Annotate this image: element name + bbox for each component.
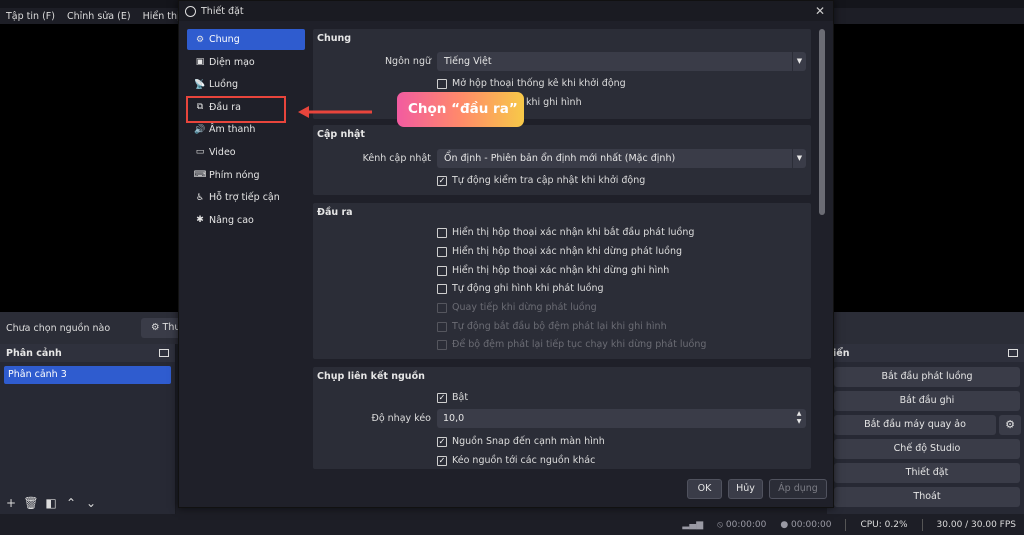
annotation-callout: Chọn “đầu ra”	[397, 92, 524, 127]
chevron-down-icon[interactable]: ⌄	[84, 496, 98, 510]
trash-icon[interactable]: 🗑	[23, 496, 38, 510]
start-recording-button[interactable]: Bắt đầu ghi	[834, 391, 1020, 411]
update-channel-select[interactable]: Ổn định - Phiên bản ổn định mới nhất (Mặ…	[437, 149, 806, 168]
language-label: Ngôn ngữ	[384, 56, 431, 67]
tools-icon: ✱	[196, 215, 204, 226]
accessibility-icon: ♿	[195, 192, 205, 203]
scene-item[interactable]: Phân cảnh 3	[4, 366, 171, 384]
snapping-group: Chụp liên kết nguồn ✓ Bật Độ nhạy kéo 10,…	[313, 367, 811, 469]
scene-toolbar: + 🗑 ◧ ⌃ ⌄	[4, 496, 98, 510]
properties-button[interactable]: ⚙ Thu	[141, 318, 181, 338]
updates-title: Cập nhật	[317, 129, 365, 140]
virtual-camera-settings-icon[interactable]: ⚙	[999, 415, 1021, 435]
general-title: Chung	[317, 33, 352, 44]
no-source-label: Chưa chọn nguồn nào	[6, 322, 111, 334]
snapping-enable-checkbox[interactable]: ✓ Bật	[437, 392, 468, 403]
appearance-icon: ▣	[195, 57, 205, 68]
sidebar-item-stream[interactable]: 📡 Luồng	[187, 74, 305, 95]
undock-icon[interactable]	[159, 349, 169, 357]
studio-mode-button[interactable]: Chế độ Studio	[834, 439, 1020, 459]
status-divider	[845, 519, 847, 531]
start-streaming-button[interactable]: Bắt đầu phát luồng	[834, 367, 1020, 387]
spin-arrows-icon[interactable]: ▲ ▼	[794, 410, 804, 426]
gear-icon: ⚙	[151, 322, 163, 333]
undock-icon[interactable]	[1008, 349, 1018, 357]
snap-screen-checkbox[interactable]: ✓ Nguồn Snap đến cạnh màn hình	[437, 436, 605, 447]
ok-button[interactable]: OK	[687, 479, 722, 499]
signal-icon: ▂▄▆	[682, 520, 704, 530]
rec-time: ⦸ 00:00:00	[717, 520, 767, 530]
cpu-usage: CPU: 0.2%	[860, 520, 908, 530]
settings-sidebar: ⚙ Chung ▣ Diện mạo 📡 Luồng ⧉ Đầu ra 🔊 Âm than…	[187, 29, 305, 469]
confirm-start-stream-checkbox[interactable]: Hiển thị hộp thoại xác nhận khi bắt đầu …	[437, 227, 694, 238]
snap-sensitivity-spinbox[interactable]: 10,0 ▲ ▼	[437, 409, 806, 428]
settings-button[interactable]: Thiết đặt	[834, 463, 1020, 483]
status-bar: ▂▄▆ ⦸ 00:00:00 ● 00:00:00 CPU: 0.2% 30.0…	[0, 515, 1024, 535]
settings-scrollbar[interactable]	[819, 29, 825, 469]
controls-header: iển	[827, 344, 1024, 362]
stream-time: ● 00:00:00	[780, 520, 832, 530]
auto-record-checkbox[interactable]: Tự động ghi hình khi phát luồng	[437, 283, 604, 294]
sidebar-item-appearance[interactable]: ▣ Diện mạo	[187, 52, 305, 73]
start-virtual-camera-button[interactable]: Bắt đầu máy quay ảo	[834, 415, 996, 435]
snap-sources-checkbox[interactable]: ✓ Kéo nguồn tới các nguồn khác	[437, 455, 595, 466]
output-group: Đầu ra Hiển thị hộp thoại xác nhận khi b…	[313, 203, 811, 359]
output-title: Đầu ra	[317, 207, 353, 218]
add-icon[interactable]: +	[4, 496, 18, 510]
filter-icon[interactable]: ◧	[44, 496, 58, 510]
keep-replay-buffer-checkbox: Để bộ đệm phát lại tiếp tục chạy khi dừn…	[437, 339, 706, 350]
cancel-button[interactable]: Hủy	[728, 479, 763, 499]
language-select[interactable]: Tiếng Việt ▼	[437, 52, 806, 71]
scenes-panel: Phân cảnh Phân cảnh 3 + 🗑 ◧ ⌃ ⌄	[0, 344, 176, 514]
hide-when-recording-label: khi ghi hình	[526, 97, 582, 108]
keyboard-icon: ⌨	[193, 170, 207, 181]
audio-icon: 🔊	[194, 124, 206, 135]
snap-sensitivity-label: Độ nhạy kéo	[371, 413, 431, 424]
sidebar-item-advanced[interactable]: ✱ Nâng cao	[187, 210, 305, 231]
controls-title: iển	[833, 347, 850, 359]
chevron-down-icon: ▼	[792, 149, 806, 168]
status-divider	[921, 519, 923, 531]
confirm-stop-record-checkbox[interactable]: Hiển thị hộp thoại xác nhận khi dừng ghi…	[437, 265, 669, 276]
chevron-down-icon: ▼	[792, 52, 806, 71]
annotation-arrow-icon	[298, 106, 372, 118]
sidebar-item-general[interactable]: ⚙ Chung	[187, 29, 305, 50]
general-group: Chung Ngôn ngữ Tiếng Việt ▼ Mở hộp thoại …	[313, 29, 811, 119]
menu-edit[interactable]: Chỉnh sửa (E)	[67, 11, 131, 22]
menu-file[interactable]: Tập tin (F)	[6, 11, 55, 22]
obs-logo-icon	[185, 5, 196, 17]
apply-button[interactable]: Áp dụng	[769, 479, 827, 499]
close-icon[interactable]: ✕	[815, 4, 825, 18]
exit-button[interactable]: Thoát	[834, 487, 1020, 507]
stream-icon: 📡	[194, 79, 206, 90]
confirm-stop-stream-checkbox[interactable]: Hiển thị hộp thoại xác nhận khi dừng phá…	[437, 246, 682, 257]
gear-icon: ⚙	[195, 34, 205, 45]
sidebar-item-video[interactable]: ▭ Video	[187, 142, 305, 163]
stats-on-startup-checkbox[interactable]: Mở hộp thoại thống kê khi khởi động	[437, 78, 626, 89]
settings-content: Chung Ngôn ngữ Tiếng Việt ▼ Mở hộp thoại …	[313, 29, 811, 469]
sidebar-item-hotkeys[interactable]: ⌨ Phím nóng	[187, 165, 305, 186]
auto-update-checkbox[interactable]: ✓ Tự động kiểm tra cập nhật khi khởi động	[437, 175, 645, 186]
snapping-title: Chụp liên kết nguồn	[317, 371, 425, 382]
output-highlight-box	[186, 96, 286, 123]
chevron-up-icon[interactable]: ⌃	[64, 496, 78, 510]
fps-readout: 30.00 / 30.00 FPS	[936, 520, 1016, 530]
dialog-title: Thiết đặt	[201, 5, 244, 17]
settings-dialog: Thiết đặt ✕ ⚙ Chung ▣ Diện mạo 📡 Luồng ⧉ Đầu…	[178, 0, 834, 508]
update-channel-label: Kênh cập nhật	[362, 153, 431, 164]
dialog-title-bar: Thiết đặt ✕	[179, 1, 833, 21]
auto-replay-buffer-checkbox: Tự động bắt đầu bộ đệm phát lại khi ghi …	[437, 321, 667, 332]
updates-group: Cập nhật Kênh cập nhật Ổn định - Phiên b…	[313, 125, 811, 195]
video-icon: ▭	[195, 147, 205, 158]
controls-panel: iển Bắt đầu phát luồng Bắt đầu ghi Bắt đ…	[827, 344, 1024, 514]
keep-recording-checkbox: Quay tiếp khi dừng phát luồng	[437, 302, 597, 313]
scrollbar-thumb[interactable]	[819, 29, 825, 215]
scenes-header: Phân cảnh	[0, 344, 175, 362]
scenes-title: Phân cảnh	[6, 347, 62, 359]
sidebar-item-accessibility[interactable]: ♿ Hỗ trợ tiếp cận	[187, 187, 305, 208]
